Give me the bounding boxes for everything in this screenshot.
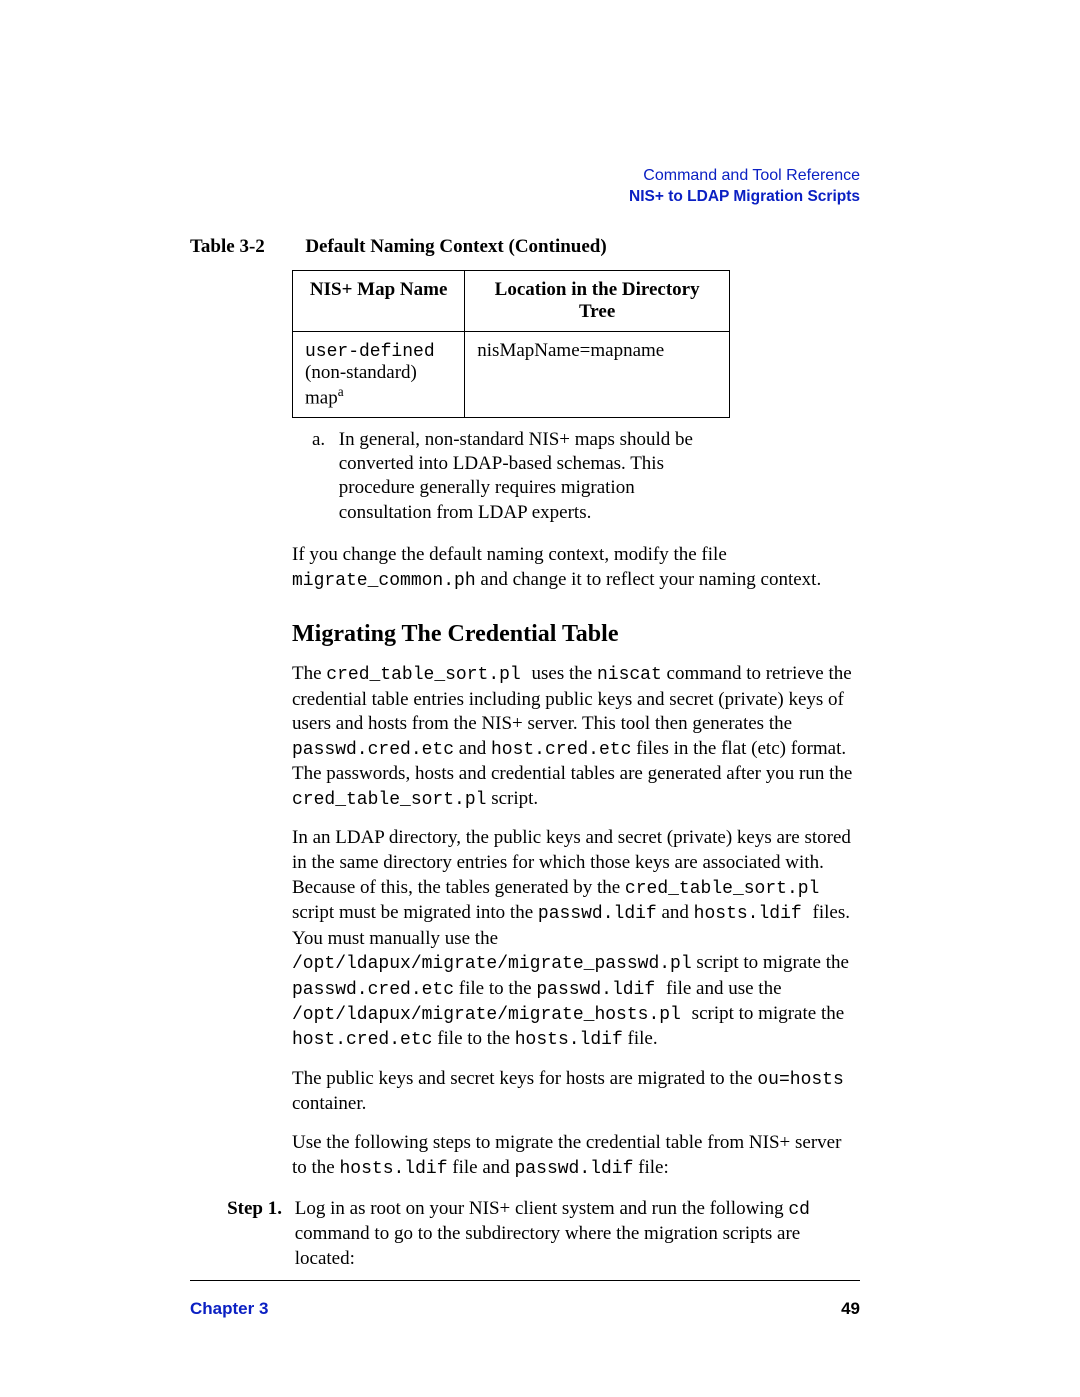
step-body: Log in as root on your NIS+ client syste… xyxy=(295,1197,850,1272)
footer-page-number: 49 xyxy=(841,1299,860,1319)
t: script to migrate the xyxy=(692,952,849,973)
c: hosts.ldif xyxy=(515,1030,623,1050)
c: /opt/ldapux/migrate/migrate_hosts.pl xyxy=(292,1005,692,1025)
t: The xyxy=(292,663,326,684)
c: hosts.ldif xyxy=(694,904,813,924)
table-label: Table 3-2 xyxy=(190,236,302,258)
cell-map-name-rest: (non-standard) map xyxy=(305,362,417,408)
c: niscat xyxy=(597,665,662,685)
c: /opt/ldapux/migrate/migrate_passwd.pl xyxy=(292,954,692,974)
section-heading: Migrating The Credential Table xyxy=(292,621,860,648)
p1a: If you change the default naming context… xyxy=(292,544,727,565)
t: script must be migrated into the xyxy=(292,902,538,923)
table-footnote: a. In general, non-standard NIS+ maps sh… xyxy=(312,428,860,525)
table-row: user-defined (non-standard) mapa nisMapN… xyxy=(293,331,730,417)
step-1: Step 1. Log in as root on your NIS+ clie… xyxy=(292,1197,860,1272)
para-steps-intro: Use the following steps to migrate the c… xyxy=(292,1131,860,1181)
footnote-label: a. xyxy=(312,428,334,452)
t: file and use the xyxy=(666,978,782,999)
cell-map-name-code: user-defined xyxy=(305,342,435,362)
footer-chapter: Chapter 3 xyxy=(190,1299,268,1319)
step-label: Step 1. xyxy=(192,1197,282,1222)
footnote-text: In general, non-standard NIS+ maps shoul… xyxy=(339,428,719,525)
c: passwd.ldif xyxy=(515,1159,634,1179)
header-sub: NIS+ to LDAP Migration Scripts xyxy=(190,187,860,208)
c: ou=hosts xyxy=(757,1070,843,1090)
c: cred_table_sort.pl xyxy=(292,790,486,810)
p1b: and change it to reflect your naming con… xyxy=(476,569,822,590)
c: passwd.cred.etc xyxy=(292,980,454,1000)
c: host.cred.etc xyxy=(292,1030,432,1050)
cell-map-name: user-defined (non-standard) mapa xyxy=(293,331,465,417)
t: file to the xyxy=(432,1028,514,1049)
c: passwd.ldif xyxy=(536,980,666,1000)
c: cred_table_sort.pl xyxy=(326,665,531,685)
c: hosts.ldif xyxy=(340,1159,448,1179)
t: file. xyxy=(623,1028,658,1049)
table-caption: Default Naming Context (Continued) xyxy=(305,236,606,257)
c: passwd.cred.etc xyxy=(292,740,454,760)
t: and xyxy=(657,902,694,923)
page-header: Command and Tool Reference NIS+ to LDAP … xyxy=(190,165,860,208)
t: file to the xyxy=(454,978,536,999)
table-title-row: Table 3-2 Default Naming Context (Contin… xyxy=(190,236,860,258)
t: container. xyxy=(292,1093,366,1114)
t: and xyxy=(454,738,491,759)
t: Log in as root on your NIS+ client syste… xyxy=(295,1198,789,1219)
t: script to migrate the xyxy=(692,1003,844,1024)
para-cred-table-2: In an LDAP directory, the public keys an… xyxy=(292,826,860,1052)
page: Command and Tool Reference NIS+ to LDAP … xyxy=(0,0,1080,1325)
t: script. xyxy=(486,788,538,809)
content-block: NIS+ Map Name Location in the Directory … xyxy=(292,270,860,1272)
t: The public keys and secret keys for host… xyxy=(292,1068,757,1089)
t: uses the xyxy=(532,663,597,684)
para-change-context: If you change the default naming context… xyxy=(292,543,860,593)
t: file and xyxy=(448,1157,515,1178)
para-cred-table-1: The cred_table_sort.pl uses the niscat c… xyxy=(292,662,860,812)
naming-table: NIS+ Map Name Location in the Directory … xyxy=(292,270,730,418)
c: cd xyxy=(788,1200,810,1220)
th-nis-map-name: NIS+ Map Name xyxy=(293,270,465,331)
c: host.cred.etc xyxy=(491,740,631,760)
cell-location: nisMapName=mapname xyxy=(465,331,730,417)
t: file: xyxy=(633,1157,668,1178)
page-footer: Chapter 3 49 xyxy=(190,1280,860,1319)
para-ou-hosts: The public keys and secret keys for host… xyxy=(292,1067,860,1117)
c: cred_table_sort.pl xyxy=(625,879,819,899)
c: passwd.ldif xyxy=(538,904,657,924)
p1-code: migrate_common.ph xyxy=(292,571,476,591)
cell-map-name-sup: a xyxy=(338,384,344,399)
header-top: Command and Tool Reference xyxy=(190,165,860,187)
t: command to go to the subdirectory where … xyxy=(295,1223,800,1269)
th-location: Location in the Directory Tree xyxy=(465,270,730,331)
